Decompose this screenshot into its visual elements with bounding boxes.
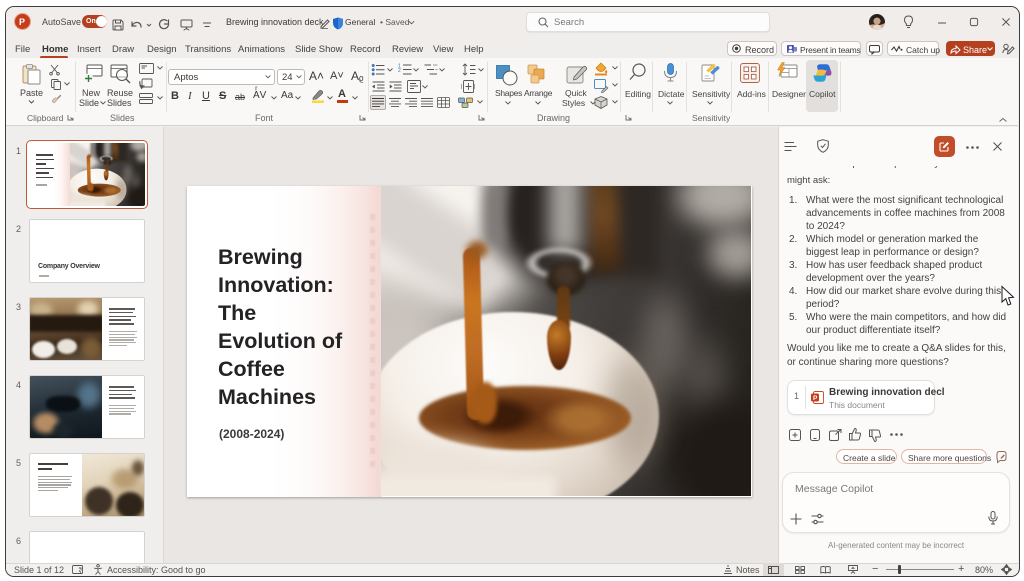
svg-text:P: P bbox=[813, 395, 818, 402]
svg-text:2: 2 bbox=[398, 68, 401, 74]
svg-text:P: P bbox=[19, 17, 25, 27]
